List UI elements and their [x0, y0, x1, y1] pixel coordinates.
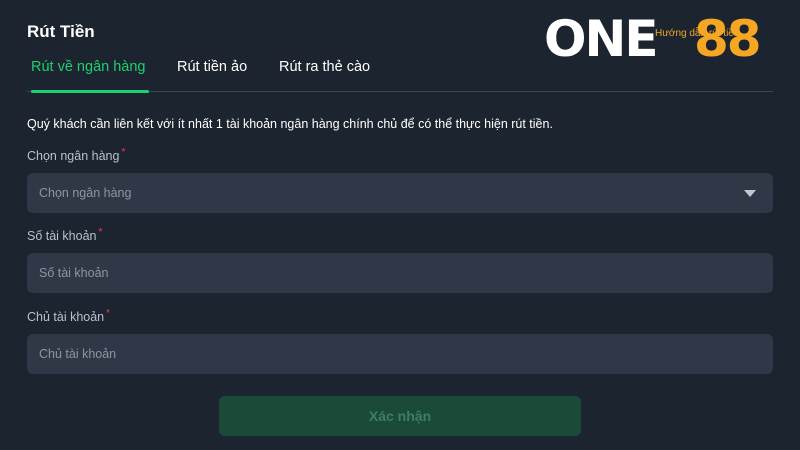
account-number-input[interactable] [27, 253, 773, 293]
account-holder-label: Chủ tài khoản * [27, 308, 111, 324]
bank-label-text: Chọn ngân hàng [27, 149, 120, 163]
required-mark: * [98, 227, 103, 238]
tab-label: Rút ra thẻ cào [279, 59, 371, 75]
account-holder-input[interactable] [27, 334, 773, 374]
tab-crypto-withdraw[interactable]: Rút tiền ảo [177, 56, 247, 92]
active-tab-indicator [31, 90, 149, 93]
bank-link-notice: Quý khách cần liên kết với ít nhất 1 tài… [27, 117, 553, 131]
tab-bank-withdraw[interactable]: Rút về ngân hàng [31, 56, 149, 93]
page-title: Rút Tiền [27, 22, 95, 41]
bank-select-placeholder: Chọn ngân hàng [39, 186, 132, 200]
tab-card-withdraw[interactable]: Rút ra thẻ cào [279, 56, 370, 92]
account-number-label: Số tài khoản * [27, 227, 103, 243]
caret-down-icon [744, 190, 756, 197]
bank-select[interactable]: Chọn ngân hàng [27, 173, 773, 213]
required-mark: * [106, 308, 111, 319]
required-mark: * [121, 147, 126, 158]
withdraw-tabs: Rút về ngân hàng Rút tiền ảo Rút ra thẻ … [27, 56, 773, 93]
tab-label: Rút tiền ảo [177, 59, 248, 75]
tab-label: Rút về ngân hàng [31, 59, 146, 75]
confirm-button[interactable]: Xác nhận [219, 396, 581, 436]
bank-label: Chọn ngân hàng * [27, 147, 126, 163]
account-holder-label-text: Chủ tài khoản [27, 310, 105, 324]
account-number-label-text: Số tài khoản [27, 229, 97, 243]
